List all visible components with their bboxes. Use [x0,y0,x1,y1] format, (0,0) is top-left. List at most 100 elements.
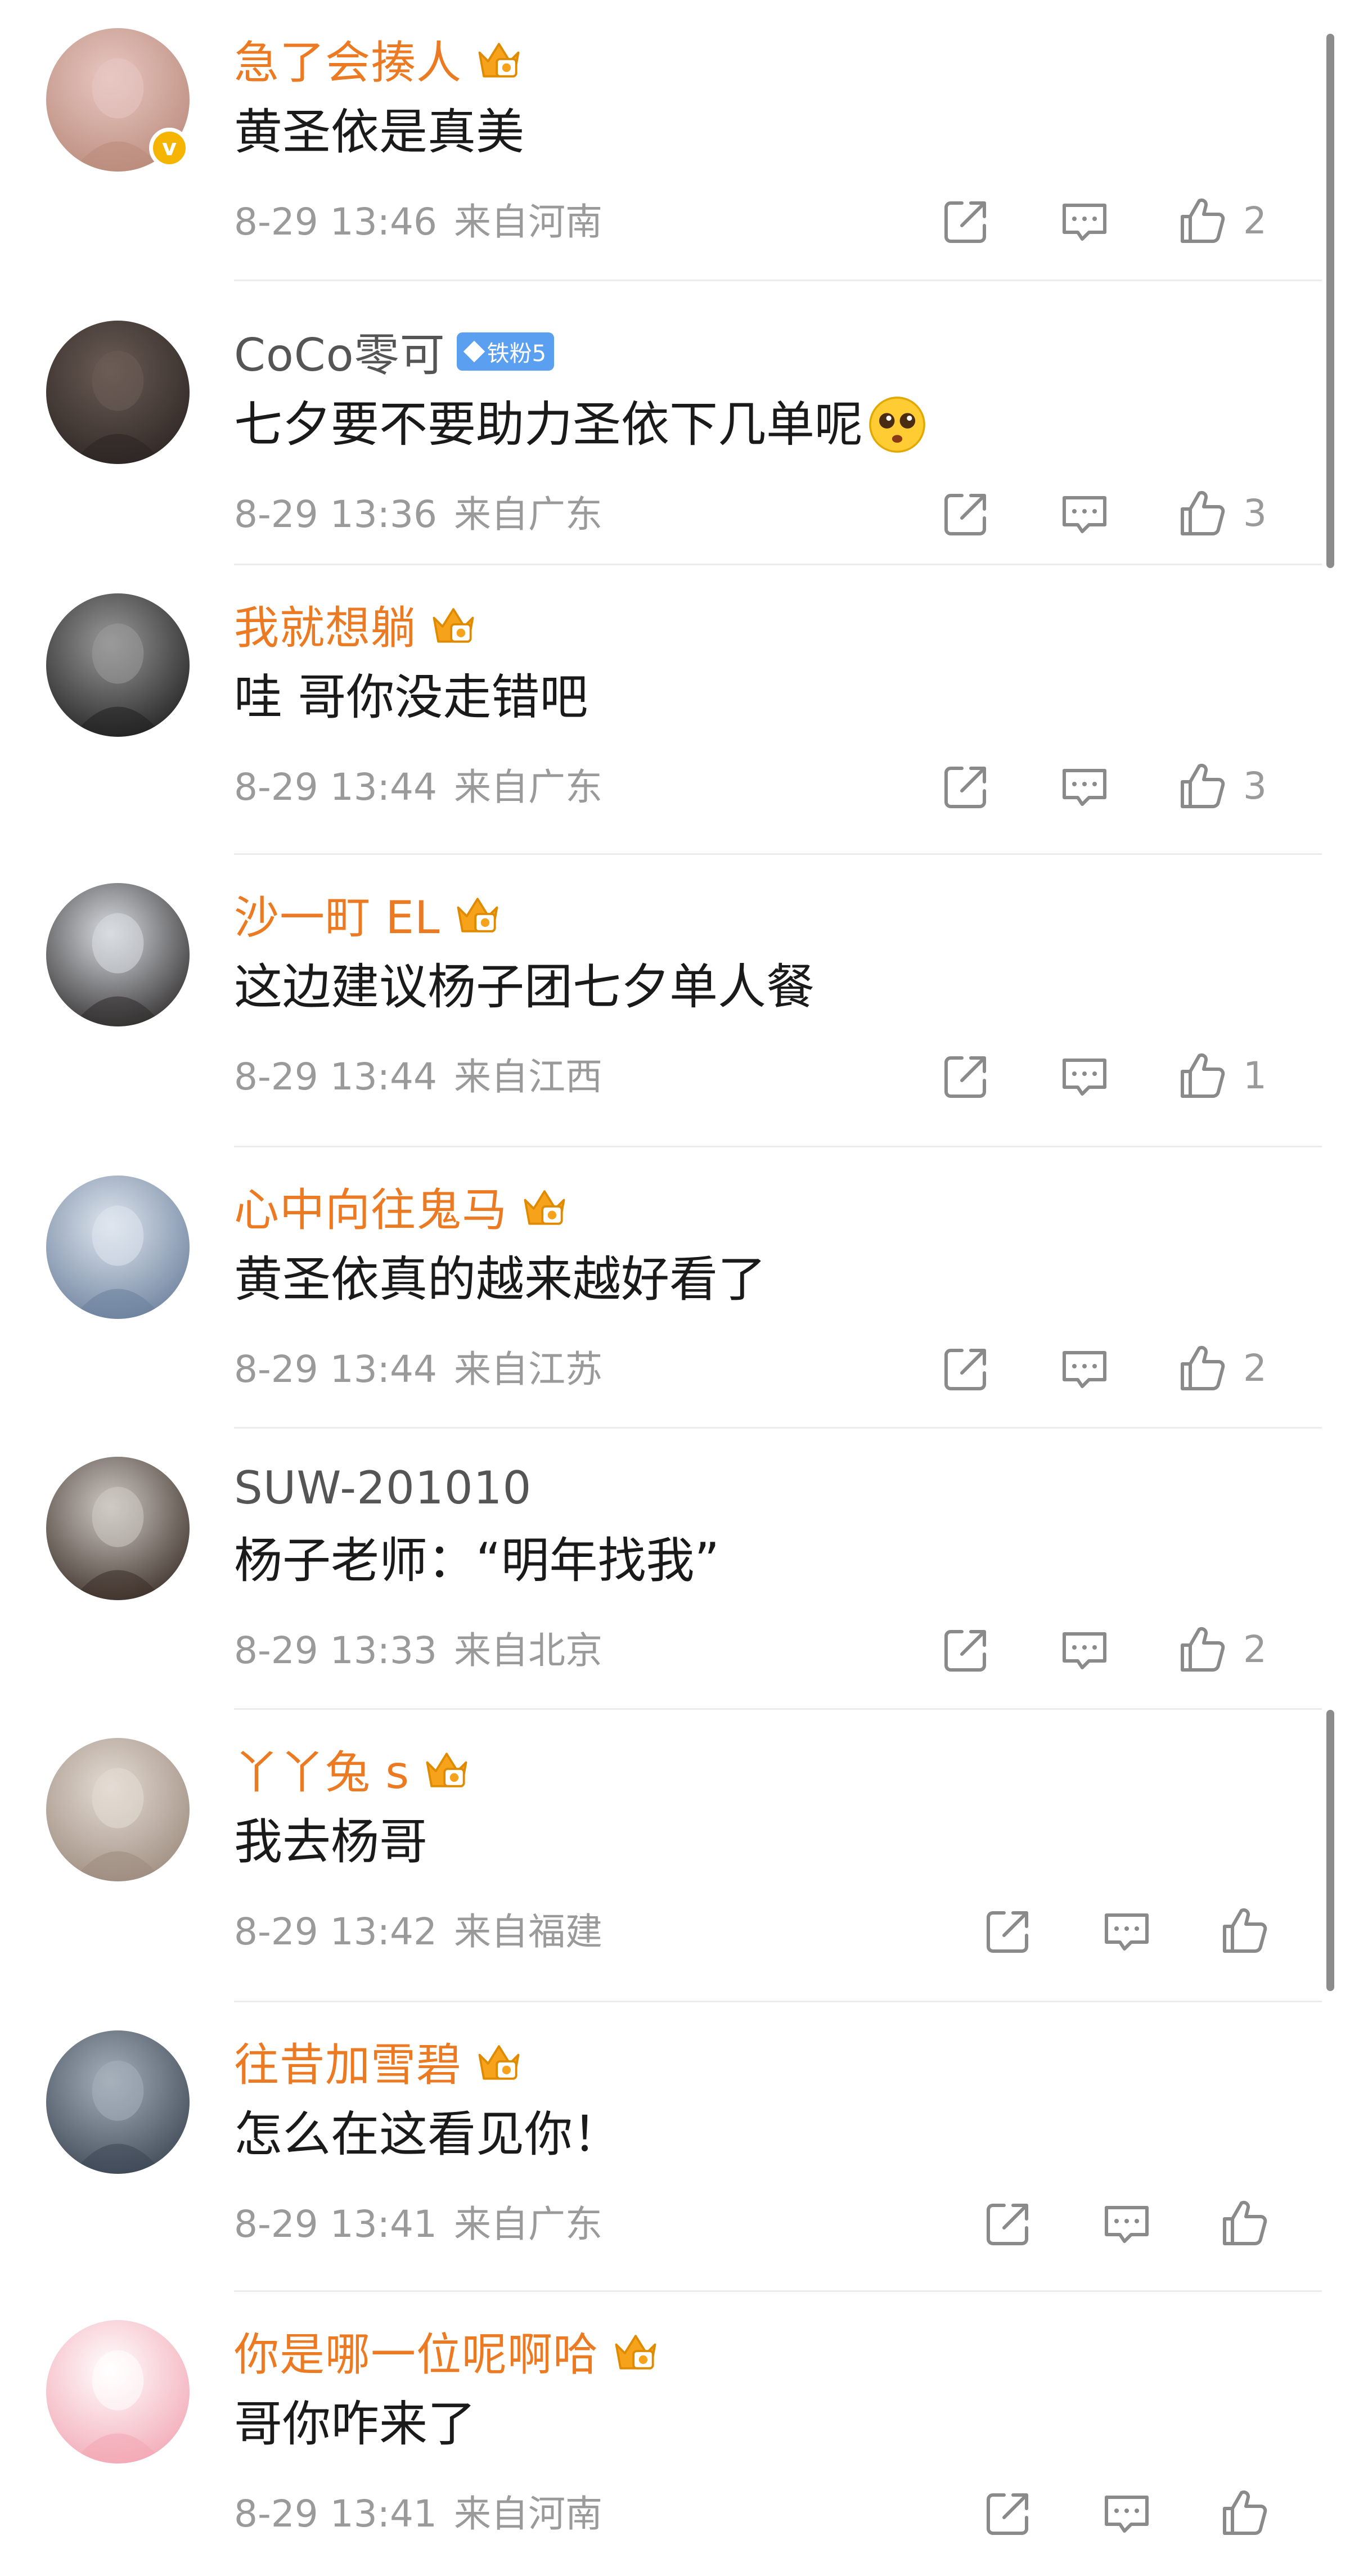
vip-crown-icon [428,598,479,650]
share-icon[interactable] [939,759,993,813]
username[interactable]: 我就想躺 [234,592,416,657]
reply-icon[interactable] [1058,487,1112,541]
vip-crown-icon [473,2035,525,2087]
comment-body: 哥你咋来了 [234,2396,476,2452]
fan-level-badge: 铁粉5 [456,332,555,371]
avatar[interactable] [46,1457,190,1600]
reply-icon[interactable] [1058,194,1112,248]
comment-location: 来自福建 [453,1910,602,1953]
share-icon[interactable] [982,2196,1036,2250]
avatar-image [46,1457,190,1600]
avatar[interactable] [46,1176,190,1319]
username[interactable]: 急了会揍人 [234,26,462,92]
like-icon[interactable] [1176,1623,1230,1677]
vip-crown-icon [610,2325,662,2377]
comment-item: 我就想躺哇 哥你没走错吧 8-29 13:44 来自广东 3 [0,565,1350,855]
avatar[interactable]: v [46,28,190,172]
username[interactable]: 你是哪一位呢啊哈 [234,2318,598,2384]
comment-header: 沙一町 EL [234,883,503,945]
comment-header: 丫丫兔 s [234,1738,472,1800]
reply-icon[interactable] [1058,759,1112,813]
verified-badge-icon: v [149,128,190,168]
comment-item: CoCo零可 铁粉5 七夕要不要助力圣依下几单呢 8-29 13:36 来自广东 3 [0,292,1350,565]
like-count: 2 [1243,199,1267,242]
avatar[interactable] [46,883,190,1026]
like-icon[interactable] [1176,487,1230,541]
comment-meta: 8-29 13:33 来自北京 [234,1625,602,1676]
fan-badge-label: 铁粉5 [487,341,547,367]
like-count: 3 [1243,764,1267,808]
comment-item: 沙一町 EL 这边建议杨子团七夕单人餐 8-29 13:44 来自江西 1 [0,855,1350,1147]
like-icon[interactable] [1176,1049,1230,1103]
vip-crown-icon [473,33,525,85]
comment-text: 我去杨哥 [234,1811,428,1873]
comment-header: SUW-201010 [234,1457,532,1519]
reply-icon[interactable] [1058,1623,1112,1677]
reply-icon[interactable] [1100,2486,1154,2540]
username[interactable]: CoCo零可 [234,319,446,384]
username[interactable]: 心中向往鬼马 [234,1174,507,1239]
comment-body: 怎么在这看见你！ [234,2106,621,2163]
comment-body: 杨子老师：“明年找我” [234,1533,720,1589]
avatar[interactable] [46,2030,190,2174]
like-icon[interactable] [1176,194,1230,248]
share-icon[interactable] [939,1341,993,1395]
comment-item: v 急了会揍人 黄圣依是真美 8-29 13:46 来自河南 2 [0,0,1350,281]
comment-item: SUW-201010 杨子老师：“明年找我” 8-29 13:33 来自北京 2 [0,1429,1350,1710]
share-icon[interactable] [982,2486,1036,2540]
scrollbar-thumb-bottom[interactable] [1326,1710,1334,1991]
comment-text: 黄圣依是真美 [234,101,524,163]
comment-time: 8-29 13:42 [234,1910,437,1953]
reply-icon[interactable] [1058,1341,1112,1395]
comment-text: 黄圣依真的越来越好看了 [234,1249,766,1310]
scrollbar-thumb-top[interactable] [1326,34,1334,568]
username[interactable]: 往昔加雪碧 [234,2029,462,2094]
comment-text: 怎么在这看见你！ [234,2104,621,2165]
avatar[interactable] [46,321,190,464]
vip-crown-icon [452,888,503,940]
avatar[interactable] [46,1738,190,1881]
username[interactable]: 沙一町 EL [234,881,440,947]
like-icon[interactable] [1176,759,1230,813]
reply-icon[interactable] [1058,1049,1112,1103]
avatar-image [46,1176,190,1319]
comment-feed[interactable]: v 急了会揍人 黄圣依是真美 8-29 13:46 来自河南 2 CoCo零可 铁粉5 七夕要不… [0,0,1350,2576]
comment-text: 哇 哥你没走错吧 [234,666,588,728]
share-icon[interactable] [982,1904,1036,1958]
share-icon[interactable] [939,487,993,541]
comment-location: 来自广东 [453,493,602,536]
comment-header: 我就想躺 [234,593,479,655]
share-icon[interactable] [939,1049,993,1103]
avatar-image [46,2320,190,2464]
share-icon[interactable] [939,1623,993,1677]
comment-body: 哇 哥你没走错吧 [234,669,588,726]
username[interactable]: SUW-201010 [234,1462,532,1514]
like-count: 2 [1243,1346,1267,1390]
comment-body: 黄圣依是真美 [234,104,524,160]
comment-meta: 8-29 13:42 来自福建 [234,1907,602,1957]
avatar[interactable] [46,2320,190,2464]
like-icon[interactable] [1218,2486,1272,2540]
comment-location: 来自广东 [453,765,602,809]
like-count: 3 [1243,492,1267,535]
username[interactable]: 丫丫兔 s [234,1736,410,1802]
comment-header: CoCo零可 铁粉5 [234,319,555,384]
avatar-image [46,883,190,1026]
comment-location: 来自河南 [453,2492,602,2536]
vip-crown-icon [421,1743,472,1795]
comment-location: 来自北京 [453,1629,602,1672]
like-icon[interactable] [1176,1341,1230,1395]
share-icon[interactable] [939,194,993,248]
comment-header: 心中向往鬼马 [234,1176,570,1237]
like-icon[interactable] [1218,1904,1272,1958]
comment-meta: 8-29 13:36 来自广东 [234,489,602,540]
comment-text: 这边建议杨子团七夕单人餐 [234,956,814,1018]
like-icon[interactable] [1218,2196,1272,2250]
avatar[interactable] [46,593,190,737]
comment-time: 8-29 13:41 [234,2492,437,2536]
comment-meta: 8-29 13:44 来自江苏 [234,1344,602,1395]
comment-item: 心中向往鬼马黄圣依真的越来越好看了 8-29 13:44 来自江苏 2 [0,1147,1350,1429]
reply-icon[interactable] [1100,2196,1154,2250]
comment-location: 来自江苏 [453,1348,602,1391]
reply-icon[interactable] [1100,1904,1154,1958]
